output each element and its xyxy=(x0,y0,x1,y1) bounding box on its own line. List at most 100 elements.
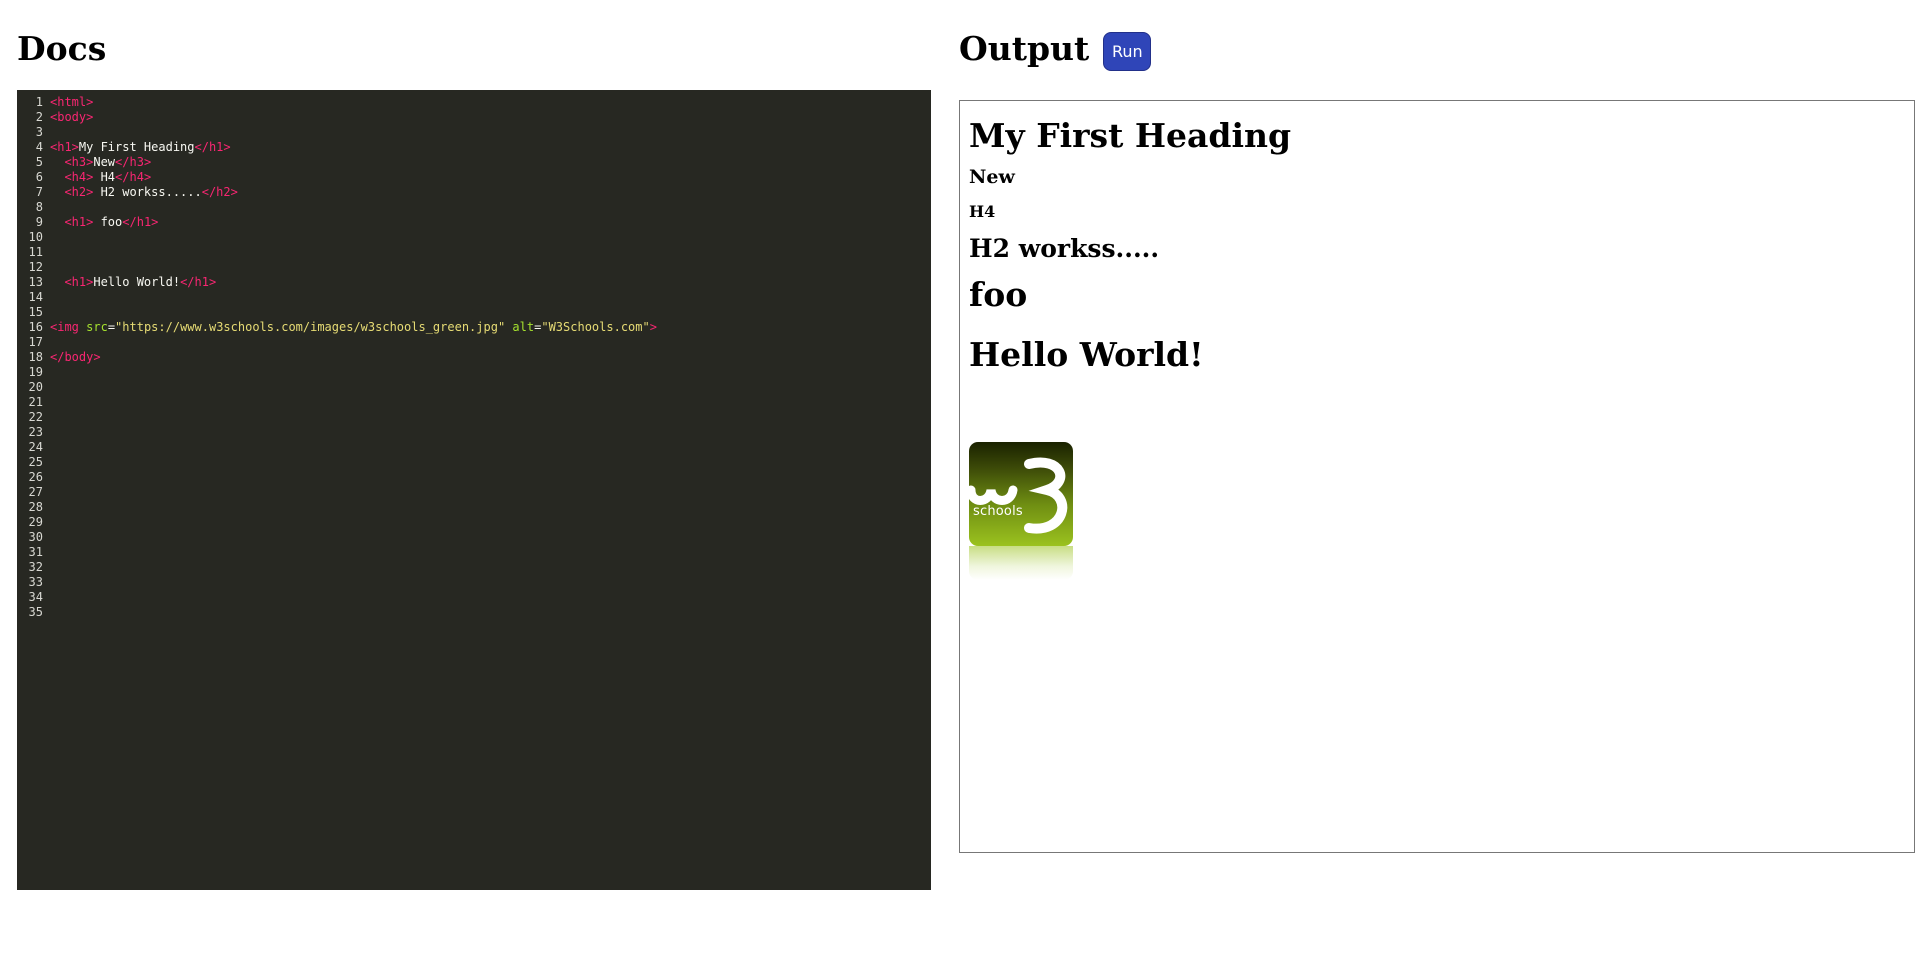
code-line: 26 xyxy=(17,470,931,485)
line-number: 21 xyxy=(28,395,43,409)
code-token: My First Heading xyxy=(78,140,195,154)
code-token: "W3Schools.com" xyxy=(541,320,650,334)
code-line: 7 <h2> H2 workss.....</h2> xyxy=(17,185,931,200)
code-line: 27 xyxy=(17,485,931,500)
code-line: 33 xyxy=(17,575,931,590)
line-number: 12 xyxy=(28,260,43,274)
code-text: <img src="https://www.w3schools.com/imag… xyxy=(50,320,931,335)
line-number: 8 xyxy=(35,200,43,214)
code-line: 21 xyxy=(17,395,931,410)
code-line: 2 <body> xyxy=(17,110,931,125)
code-text: </body> xyxy=(50,350,931,365)
line-number: 16 xyxy=(28,320,43,334)
line-number: 14 xyxy=(28,290,43,304)
run-button[interactable]: Run xyxy=(1103,31,1152,71)
line-number: 20 xyxy=(28,380,43,394)
line-number: 34 xyxy=(28,590,43,604)
code-token: foo xyxy=(93,215,123,229)
line-number: 3 xyxy=(35,125,43,139)
code-text: <h1>Hello World!</h1> xyxy=(50,275,931,290)
code-token: </body> xyxy=(50,350,101,364)
output-heading-hello: Hello World! xyxy=(969,335,1204,374)
code-text: <h3>New</h3> xyxy=(50,155,931,170)
code-token: </h3> xyxy=(115,155,152,169)
code-line: 34 xyxy=(17,590,931,605)
code-line: 10 xyxy=(17,230,931,245)
line-number: 27 xyxy=(28,485,43,499)
code-line: 16 <img src="https://www.w3schools.com/im… xyxy=(17,320,931,335)
line-number: 5 xyxy=(35,155,43,169)
code-line: 28 xyxy=(17,500,931,515)
line-number: 32 xyxy=(28,560,43,574)
code-line: 9 <h1> foo</h1> xyxy=(17,215,931,230)
code-line: 32 xyxy=(17,560,931,575)
code-token: <h4> xyxy=(64,170,94,184)
code-line: 29 xyxy=(17,515,931,530)
line-number: 25 xyxy=(28,455,43,469)
code-token: New xyxy=(93,155,116,169)
output-header: Output Run xyxy=(959,26,1152,72)
code-line: 8 xyxy=(17,200,931,215)
code-line: 15 xyxy=(17,305,931,320)
line-number: 31 xyxy=(28,545,43,559)
code-text: <h1>My First Heading</h1> xyxy=(50,140,931,155)
code-token: </h2> xyxy=(201,185,238,199)
code-line: 12 xyxy=(17,260,931,275)
line-number: 33 xyxy=(28,575,43,589)
code-token: <h1> xyxy=(64,215,94,229)
code-editor[interactable]: 1 <html> 2 <body> 3 4 <h1>My First Heading</h1… xyxy=(17,90,931,890)
code-token: <img xyxy=(50,320,87,334)
w3-mark-icon xyxy=(969,457,1068,534)
output-heading-h4: H4 xyxy=(969,202,996,221)
code-line: 31 xyxy=(17,545,931,560)
line-number: 30 xyxy=(28,530,43,544)
line-number: 13 xyxy=(28,275,43,289)
line-number: 18 xyxy=(28,350,43,364)
line-number: 9 xyxy=(35,215,43,229)
logo-reflection xyxy=(969,546,1073,580)
code-token: src xyxy=(86,320,108,334)
code-token: = xyxy=(107,320,116,334)
code-token: </h1> xyxy=(194,140,231,154)
code-text: <h2> H2 workss.....</h2> xyxy=(50,185,931,200)
code-line: 11 xyxy=(17,245,931,260)
code-line: 22 xyxy=(17,410,931,425)
code-token: > xyxy=(649,320,657,334)
code-token: <h1> xyxy=(64,275,94,289)
output-heading-my-first: My First Heading xyxy=(969,116,1292,155)
code-token: </h4> xyxy=(115,170,152,184)
code-text: <h4> H4</h4> xyxy=(50,170,931,185)
line-number: 2 xyxy=(35,110,43,124)
code-line: 1 <html> xyxy=(17,95,931,110)
line-number: 23 xyxy=(28,425,43,439)
output-heading-foo: foo xyxy=(969,275,1028,314)
line-number: 26 xyxy=(28,470,43,484)
output-heading-h2: H2 workss..... xyxy=(969,234,1160,263)
code-token: <h1> xyxy=(50,140,79,154)
code-text: <h1> foo</h1> xyxy=(50,215,931,230)
line-number: 22 xyxy=(28,410,43,424)
code-token: H4 xyxy=(93,170,116,184)
code-line: 23 xyxy=(17,425,931,440)
line-number: 17 xyxy=(28,335,43,349)
code-line: 5 <h3>New</h3> xyxy=(17,155,931,170)
code-line: 30 xyxy=(17,530,931,545)
line-number: 29 xyxy=(28,515,43,529)
